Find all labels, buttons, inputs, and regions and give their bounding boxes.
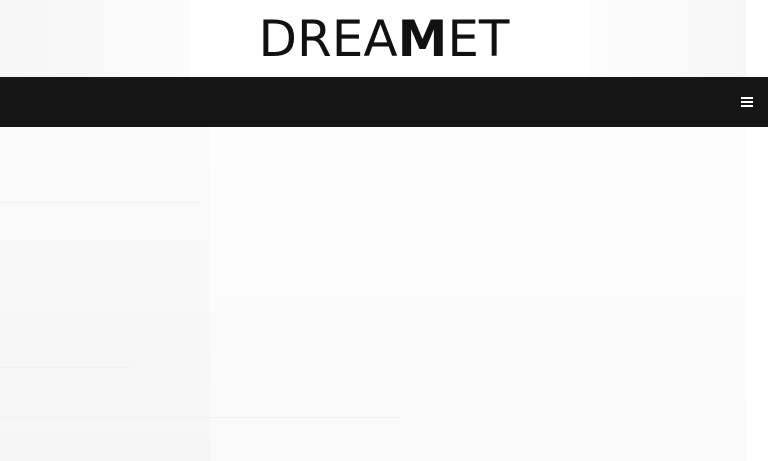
hamburger-bar-middle — [741, 101, 753, 103]
hero-left-panel — [0, 127, 210, 461]
hero-faint-line — [0, 202, 200, 203]
hamburger-bar-top — [741, 97, 753, 99]
hero-right-edge — [746, 127, 768, 461]
hero-faint-line — [0, 367, 130, 368]
site-logo[interactable]: DREAMET — [0, 6, 768, 72]
logo-emphasis: M — [397, 10, 448, 68]
hero-right-panel — [210, 127, 746, 461]
hamburger-bar-bottom — [741, 105, 753, 107]
main-navbar — [0, 77, 768, 127]
hamburger-menu-icon[interactable] — [741, 97, 753, 107]
logo-prefix: DREA — [258, 10, 398, 68]
page: DREAMET — [0, 0, 768, 461]
site-header: DREAMET — [0, 0, 768, 77]
hero-faint-line — [0, 417, 400, 418]
hero-image-area — [0, 127, 768, 461]
logo-suffix: ET — [447, 10, 510, 68]
